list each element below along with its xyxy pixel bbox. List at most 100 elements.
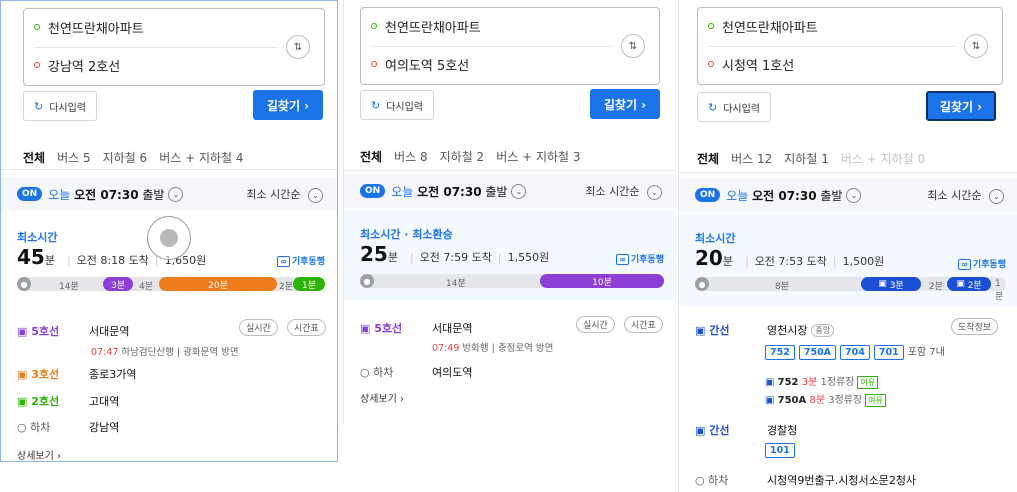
reset-button[interactable]: ↻ 다시입력	[697, 92, 771, 122]
bus-chip-list: 752 750A 704 701 포함 7내	[765, 343, 945, 360]
duration-value: 20	[695, 246, 723, 270]
destination-field[interactable]: 강남역 2호선	[34, 51, 120, 79]
divider	[371, 46, 613, 47]
step-2: ▣ 간선 경찰청	[695, 424, 798, 437]
destination-dot-icon	[371, 61, 377, 67]
touch-indicator-icon	[147, 216, 191, 260]
departure-time[interactable]: 오늘 오전 07:30 출발	[48, 186, 164, 203]
arrival-info-button[interactable]: 도착정보	[951, 318, 999, 335]
tab-bus-subway[interactable]: 버스 + 지하철 3	[496, 148, 580, 165]
section-title: 최소시간	[17, 231, 58, 244]
reset-button[interactable]: ↻ 다시입력	[23, 91, 97, 121]
tab-all[interactable]: 전체	[360, 148, 382, 165]
card-icon: ∞	[277, 256, 290, 267]
walk-icon: ●	[17, 277, 31, 291]
bus-icon: ▣	[956, 279, 965, 289]
tab-subway[interactable]: 지하철 2	[440, 148, 485, 165]
on-toggle[interactable]: ON	[695, 188, 721, 202]
chevron-down-icon[interactable]: ⌄	[168, 186, 184, 202]
refresh-icon: ↻	[370, 98, 381, 112]
chevron-down-icon[interactable]: ⌄	[846, 187, 862, 203]
tab-bus[interactable]: 버스 12	[731, 150, 772, 167]
circle-icon: ○	[360, 366, 370, 379]
origin-dot-icon	[371, 23, 377, 29]
find-route-button[interactable]: 길찾기 ›	[253, 90, 323, 120]
route-timeline-bar: ● 14분 10분	[360, 274, 664, 289]
line-label: ▣ 5호선	[17, 325, 60, 338]
realtime-button[interactable]: 실시간	[239, 319, 278, 336]
section-title: 최소시간 · 최소환승	[360, 228, 453, 241]
route-input-box: 천연뜨란채아파트 여의도역 5호선 ⇅	[360, 7, 660, 85]
summary-row: 25 분 | 오전 7:59 도착 | 1,550원	[360, 242, 550, 266]
segment-bus2: ▣ 2분	[947, 277, 991, 291]
fare: 1,500원	[842, 255, 885, 268]
swap-icon[interactable]: ⇅	[621, 34, 645, 58]
on-toggle[interactable]: ON	[17, 187, 43, 201]
step-2: ▣ 3호선 종로3가역	[17, 368, 137, 381]
origin-dot-icon	[34, 24, 40, 30]
route-tabs: 전체 버스 12 지하철 1 버스 + 지하철 0	[697, 150, 937, 167]
segment-line3: 20분	[159, 277, 277, 291]
stop-tag: 중앙	[811, 323, 835, 337]
origin-field[interactable]: 천연뜨란채아파트	[34, 13, 144, 41]
tab-bus-subway[interactable]: 버스 + 지하철 0	[841, 150, 925, 167]
sort-select[interactable]: 최소 시간순 ⌄	[927, 187, 1004, 204]
arrival-time: 오전 7:59 도착	[419, 251, 492, 264]
arrival-time: 오전 8:18 도착	[76, 254, 149, 267]
tab-bus[interactable]: 버스 5	[57, 149, 91, 166]
timetable-button[interactable]: 시간표	[287, 319, 326, 336]
duration-value: 25	[360, 242, 388, 266]
tab-bus[interactable]: 버스 8	[394, 148, 428, 165]
on-toggle[interactable]: ON	[360, 184, 386, 198]
step-1: ▣ 5호선 서대문역	[17, 323, 129, 339]
chevron-down-icon[interactable]: ⌄	[511, 183, 527, 199]
realtime-button[interactable]: 실시간	[576, 316, 615, 333]
destination-field[interactable]: 시청역 1호선	[708, 50, 794, 78]
step-detail: 07:49 방화행 | 충정로역 방면	[432, 343, 554, 354]
bus-icon: ▣	[765, 395, 775, 406]
divider	[34, 47, 278, 48]
destination-field[interactable]: 여의도역 5호선	[371, 50, 469, 78]
route-input-box: 천연뜨란채아파트 시청역 1호선 ⇅	[697, 7, 1003, 85]
tab-all[interactable]: 전체	[697, 150, 719, 167]
swap-icon[interactable]: ⇅	[964, 34, 988, 58]
segment-bus1: ▣ 3분	[861, 277, 921, 291]
tab-subway[interactable]: 지하철 6	[103, 149, 148, 166]
tab-bus-subway[interactable]: 버스 + 지하철 4	[159, 149, 243, 166]
departure-bar: ON 오늘 오전 07:30 출발 ⌄ 최소 시간순 ⌄	[1, 177, 337, 211]
find-route-button[interactable]: 길찾기 ›	[926, 91, 996, 121]
detail-link[interactable]: 상세보기 ›	[360, 390, 404, 405]
chevron-down-icon: ⌄	[989, 188, 1004, 204]
step-alight: ○ 하차 여의도역	[360, 366, 473, 379]
chevron-down-icon: ⌄	[647, 184, 662, 200]
timetable-button[interactable]: 시간표	[624, 316, 663, 333]
destination-dot-icon	[708, 61, 714, 67]
reset-button[interactable]: ↻ 다시입력	[360, 90, 434, 120]
bus-icon: ▣	[878, 279, 887, 289]
departure-time[interactable]: 오늘 오전 07:30 출발	[391, 183, 507, 200]
summary-row: 20 분 | 오전 7:53 도착 | 1,500원	[695, 246, 885, 270]
duration-value: 45	[17, 245, 45, 269]
bus-arrival-1: ▣ 752 3분 1정류장 여유	[765, 373, 879, 389]
destination-dot-icon	[34, 62, 40, 68]
route-panel-1: 천연뜨란채아파트 강남역 2호선 ⇅ ↻ 다시입력 길찾기 › 전체 버스 5 지…	[0, 0, 338, 462]
route-input-box: 천연뜨란채아파트 강남역 2호선 ⇅	[23, 8, 325, 86]
origin-field[interactable]: 천연뜨란채아파트	[371, 12, 481, 40]
sort-select[interactable]: 최소 시간순 ⌄	[585, 183, 662, 200]
divider	[679, 172, 1017, 173]
circle-icon: ○	[17, 421, 27, 434]
bus-chip-list-2: 101	[765, 443, 799, 458]
route-tabs: 전체 버스 8 지하철 2 버스 + 지하철 3	[360, 148, 593, 165]
bus-icon: ▣	[765, 377, 775, 388]
bus-icon: ▣	[695, 324, 706, 337]
departure-time[interactable]: 오늘 오전 07:30 출발	[726, 187, 842, 204]
climate-card-badge: ∞ 기후동행	[616, 252, 664, 265]
sort-select[interactable]: 최소 시간순 ⌄	[246, 186, 323, 203]
detail-link[interactable]: 상세보기 ›	[17, 447, 61, 461]
tab-all[interactable]: 전체	[23, 149, 45, 166]
origin-field[interactable]: 천연뜨란채아파트	[708, 12, 818, 40]
find-route-button[interactable]: 길찾기 ›	[590, 89, 660, 119]
route-timeline-bar: ● 8분 ▣ 3분 2분 ▣ 2분 1분	[695, 277, 1006, 302]
swap-icon[interactable]: ⇅	[286, 35, 310, 59]
tab-subway[interactable]: 지하철 1	[784, 150, 829, 167]
